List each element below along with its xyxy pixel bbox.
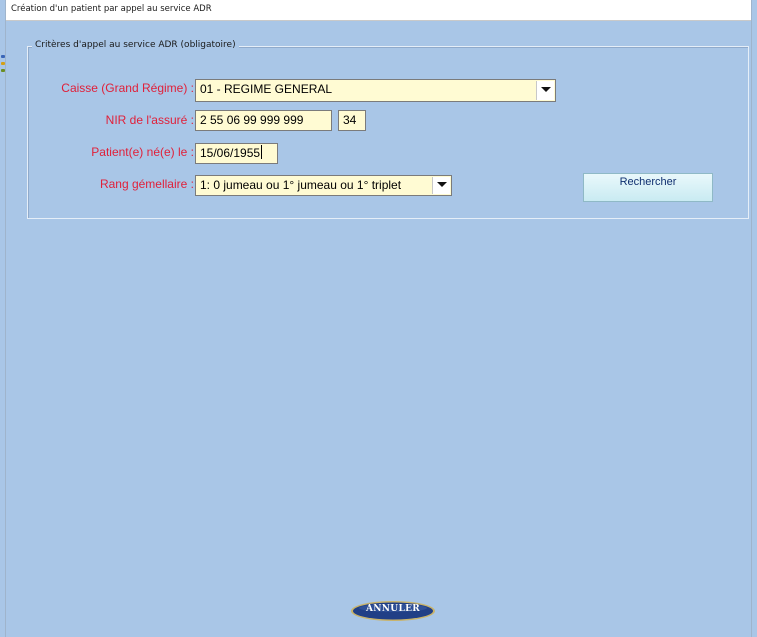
birthdate-input-value: 15/06/1955 <box>200 146 261 160</box>
caisse-select[interactable]: 01 - REGIME GENERAL <box>195 79 556 102</box>
title-bar: Création d'un patient par appel au servi… <box>6 0 751 21</box>
text-cursor <box>261 145 263 159</box>
nir-label: NIR de l'assuré : <box>105 113 194 127</box>
chevron-down-icon <box>541 87 551 92</box>
caisse-select-value: 01 - REGIME GENERAL <box>200 82 333 96</box>
nir-key-value: 34 <box>343 113 357 127</box>
twin-rank-select[interactable]: 1: 0 jumeau ou 1° jumeau ou 1° triplet <box>195 175 452 196</box>
caisse-label: Caisse (Grand Régime) : <box>61 81 194 95</box>
rechercher-button[interactable]: Rechercher <box>583 173 713 202</box>
dialog-window: Création d'un patient par appel au servi… <box>5 0 752 637</box>
annuler-button[interactable]: ANNULER <box>350 600 436 622</box>
window-title: Création d'un patient par appel au servi… <box>11 4 212 14</box>
criteria-groupbox-legend: Critères d'appel au service ADR (obligat… <box>32 40 239 50</box>
birthdate-input[interactable]: 15/06/1955 <box>195 143 278 164</box>
annuler-button-label: ANNULER <box>365 604 421 614</box>
twin-rank-select-value: 1: 0 jumeau ou 1° jumeau ou 1° triplet <box>200 178 402 192</box>
nir-input[interactable]: 2 55 06 99 999 999 <box>195 110 332 131</box>
chevron-down-icon <box>437 182 447 187</box>
caisse-dropdown-button[interactable] <box>536 81 554 100</box>
nir-key-input[interactable]: 34 <box>338 110 366 131</box>
twin-rank-dropdown-button[interactable] <box>432 177 450 194</box>
twin-rank-label: Rang gémellaire : <box>99 177 194 191</box>
nir-input-value: 2 55 06 99 999 999 <box>200 113 304 127</box>
birthdate-label: Patient(e) né(e) le : <box>91 145 194 159</box>
